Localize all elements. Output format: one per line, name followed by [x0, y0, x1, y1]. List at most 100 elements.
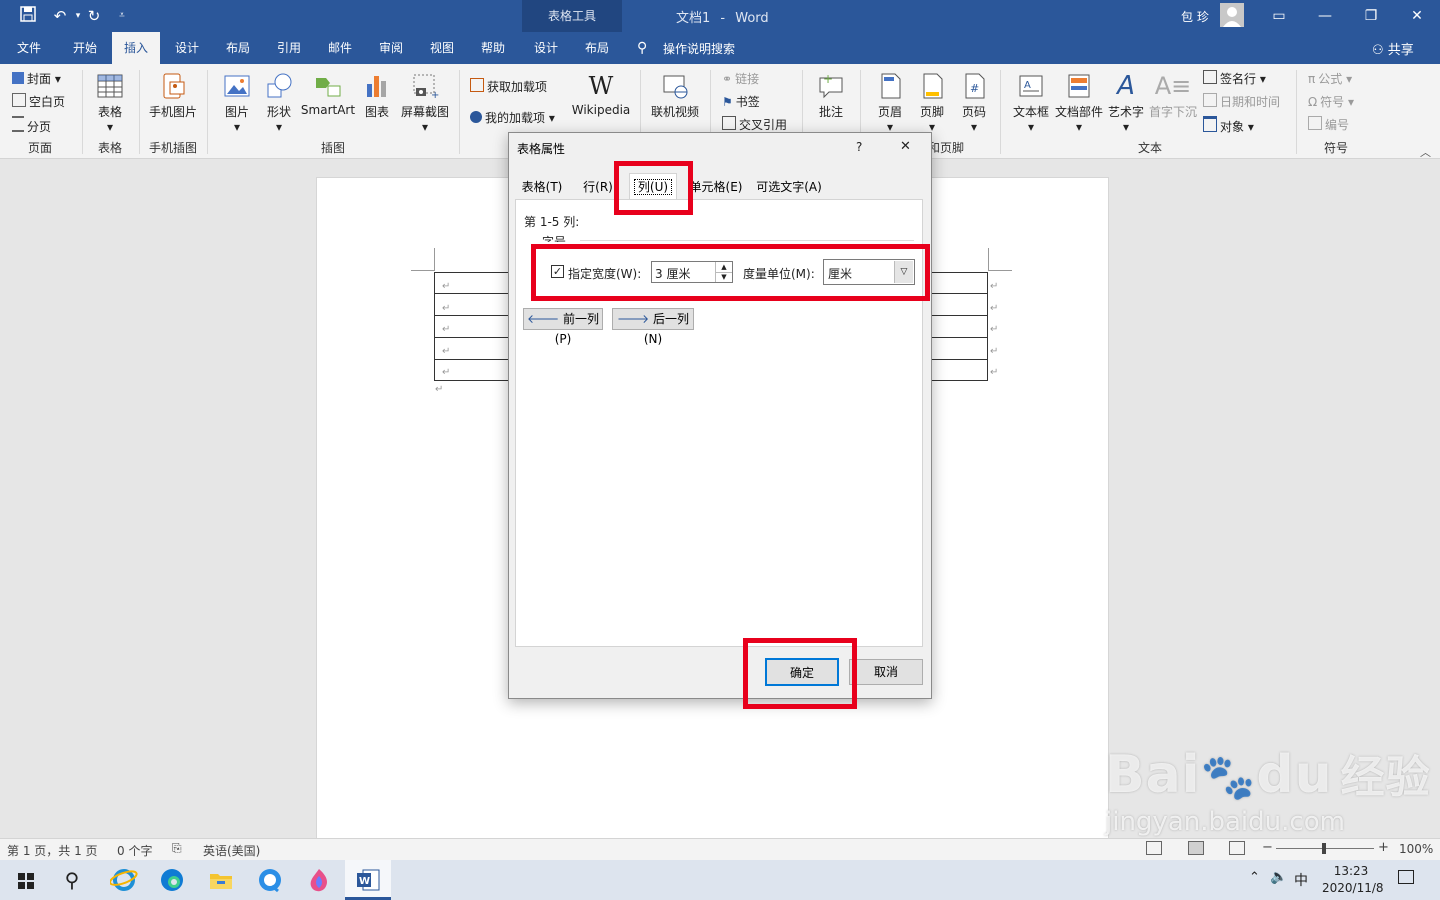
zoom-level[interactable]: 100% [1399, 842, 1433, 856]
online-video-button[interactable]: 联机视频 [648, 72, 702, 120]
customize-qat-icon[interactable]: ⩡ [112, 6, 132, 26]
comment-button[interactable]: + 批注 [812, 72, 850, 120]
phone-picture-button[interactable]: 手机图片 [146, 72, 200, 120]
word-count[interactable]: 0 个字 [117, 842, 152, 859]
tab-help[interactable]: 帮助 [469, 32, 517, 64]
drop-cap-button[interactable]: A≡ 首字下沉 [1148, 72, 1198, 120]
bookmark-button[interactable]: ⚑ 书签 [722, 93, 760, 110]
redo-icon[interactable]: ↻ [84, 6, 104, 26]
smartart-button[interactable]: SmartArt [300, 72, 356, 117]
table-right-part[interactable] [928, 272, 988, 381]
tab-table-design[interactable]: 设计 [522, 32, 570, 64]
symbol-button[interactable]: Ω 符号 ▾ [1308, 93, 1354, 110]
page-break-button[interactable]: 分页 [12, 116, 51, 135]
tell-me-search[interactable]: 操作说明搜索 [663, 40, 735, 57]
user-name[interactable]: 包 珍 [1181, 8, 1209, 25]
windows-start-icon[interactable] [12, 866, 40, 894]
previous-column-button[interactable]: 🡐 前一列(P) [523, 308, 603, 346]
cancel-button[interactable]: 取消 [849, 659, 923, 685]
ime-indicator[interactable]: 中 [1294, 870, 1308, 890]
dialog-tab-table[interactable]: 表格(T) [518, 176, 566, 198]
zoom-out-button[interactable]: − [1262, 840, 1273, 855]
print-layout-icon[interactable] [1188, 841, 1204, 855]
textbox-icon: A [1019, 75, 1043, 97]
file-explorer-icon[interactable] [207, 866, 235, 894]
clock[interactable]: 13:23 2020/11/8 [1322, 863, 1384, 897]
textbox-button[interactable]: A 文本框 ▾ [1010, 72, 1052, 134]
search-icon[interactable]: ⚲ [58, 866, 86, 894]
link-button[interactable]: ⚭ 链接 [722, 70, 759, 87]
share-button[interactable]: ⚇ 共享 [1372, 39, 1414, 58]
page-count[interactable]: 第 1 页，共 1 页 [7, 842, 98, 859]
ribbon-separator [1000, 70, 1001, 154]
wikipedia-button[interactable]: W Wikipedia [570, 72, 632, 117]
picture-button[interactable]: 图片 ▾ [218, 72, 256, 134]
number-button[interactable]: 编号 [1308, 116, 1349, 133]
dialog-tab-cell[interactable]: 单元格(E) [688, 176, 744, 198]
page-number-button[interactable]: # 页码 ▾ [956, 72, 992, 134]
zoom-slider-thumb[interactable] [1322, 843, 1326, 854]
tab-home[interactable]: 开始 [60, 32, 110, 64]
cross-reference-button[interactable]: 交叉引用 [722, 116, 787, 133]
group-label-phone: 手机插图 [148, 141, 197, 155]
screenshot-icon: + [413, 74, 439, 100]
signature-line-button[interactable]: 签名行 ▾ [1203, 70, 1266, 87]
web-layout-icon[interactable] [1229, 841, 1245, 855]
avatar[interactable] [1220, 3, 1244, 27]
tray-expand-icon[interactable]: ⌃ [1249, 870, 1260, 885]
ribbon-display-icon[interactable]: ▭ [1256, 0, 1302, 32]
volume-icon[interactable]: 🔈 [1270, 869, 1287, 885]
date-time-button[interactable]: 日期和时间 [1203, 93, 1280, 110]
tab-mailings[interactable]: 邮件 [316, 32, 364, 64]
clock-time: 13:23 [1333, 864, 1369, 878]
ie-icon[interactable] [109, 866, 138, 894]
cover-page-button[interactable]: 封面 ▾ [12, 70, 61, 87]
dialog-help-button[interactable]: ? [856, 140, 862, 154]
tab-file[interactable]: 文件 [5, 32, 53, 64]
read-mode-icon[interactable] [1146, 841, 1162, 855]
dialog-tab-row[interactable]: 行(R) [580, 176, 616, 198]
footer-button[interactable]: 页脚 ▾ [914, 72, 950, 134]
minimize-icon[interactable]: — [1302, 0, 1348, 32]
browser-icon[interactable] [256, 866, 284, 894]
tab-design[interactable]: 设计 [163, 32, 211, 64]
equation-button[interactable]: π 公式 ▾ [1308, 70, 1352, 87]
collapse-ribbon-icon[interactable]: ︿ [1420, 144, 1431, 160]
quick-parts-button[interactable]: 文档部件 ▾ [1053, 72, 1105, 134]
tab-view[interactable]: 视图 [418, 32, 466, 64]
table-button[interactable]: 表格 ▾ [90, 72, 130, 134]
proofing-icon[interactable]: ⎘ [172, 841, 182, 856]
edge-icon[interactable] [158, 866, 186, 894]
tab-references[interactable]: 引用 [265, 32, 313, 64]
tab-insert[interactable]: 插入 [112, 32, 160, 64]
zoom-in-button[interactable]: + [1378, 840, 1389, 855]
screenshot-button[interactable]: + 屏幕截图 ▾ [398, 72, 452, 134]
get-addins-button[interactable]: 获取加载项 [470, 78, 547, 95]
chart-button[interactable]: 图表 [360, 72, 394, 120]
wordart-button[interactable]: A 艺术字 ▾ [1106, 72, 1146, 134]
language-indicator[interactable]: 英语(美国) [203, 842, 260, 859]
my-addins-button[interactable]: 我的加载项 ▾ [470, 109, 555, 126]
page-break-icon [12, 116, 24, 132]
tab-table-layout[interactable]: 布局 [573, 32, 621, 64]
word-icon[interactable]: W [354, 866, 382, 894]
close-window-icon[interactable]: ✕ [1394, 0, 1440, 32]
tab-review[interactable]: 审阅 [367, 32, 415, 64]
undo-icon[interactable]: ↶ [50, 6, 70, 26]
shapes-button[interactable]: 形状 ▾ [260, 72, 298, 134]
ribbon-separator [82, 70, 83, 154]
notification-icon[interactable] [1398, 870, 1414, 884]
next-column-button[interactable]: 🡒 后一列(N) [612, 308, 694, 346]
blank-page-button[interactable]: 空白页 [12, 93, 65, 110]
restore-icon[interactable]: ❐ [1348, 0, 1394, 32]
dialog-tab-alt-text[interactable]: 可选文字(A) [752, 176, 826, 198]
tab-layout[interactable]: 布局 [214, 32, 262, 64]
header-button[interactable]: 页眉 ▾ [872, 72, 908, 134]
picture-label: 图片 [224, 105, 249, 119]
save-icon[interactable] [18, 6, 38, 26]
dialog-close-button[interactable]: ✕ [900, 139, 911, 154]
object-button[interactable]: 对象 ▾ [1203, 116, 1254, 135]
margin-mark [988, 248, 989, 270]
group-label-symbols: 符号 [1323, 141, 1348, 155]
colorful-app-icon[interactable] [305, 866, 333, 894]
